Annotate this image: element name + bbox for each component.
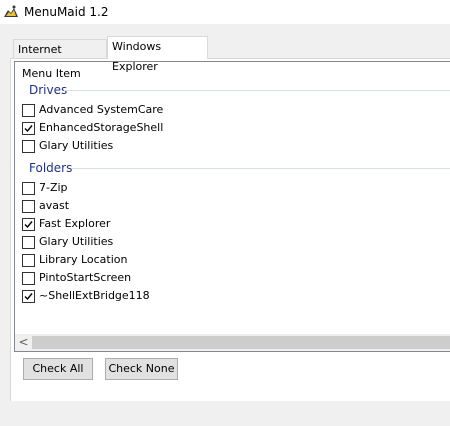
- checkbox[interactable]: [22, 254, 35, 267]
- list-item-label: Library Location: [39, 253, 128, 266]
- menu-item-list[interactable]: Menu Item Drives Advanced SystemCare Enh…: [14, 61, 450, 352]
- title-bar: MenuMaid 1.2: [0, 0, 450, 24]
- checkbox-checked[interactable]: [22, 122, 35, 135]
- list-item[interactable]: PintoStartScreen: [22, 271, 442, 287]
- list-item[interactable]: ~ShellExtBridge118: [22, 289, 442, 305]
- list-item[interactable]: Advanced SystemCare: [22, 103, 442, 119]
- group-divider: [64, 90, 450, 91]
- group-label: Folders: [29, 161, 73, 175]
- check-all-button[interactable]: Check All: [23, 358, 93, 380]
- list-item[interactable]: Glary Utilities: [22, 139, 442, 155]
- list-item[interactable]: 7-Zip: [22, 181, 442, 197]
- tab-windows-explorer[interactable]: Windows Explorer: [107, 36, 208, 73]
- checkbox[interactable]: [22, 182, 35, 195]
- list-item-label: Glary Utilities: [39, 235, 114, 248]
- list-item[interactable]: avast: [22, 199, 442, 215]
- checkmark-icon: [24, 221, 33, 229]
- list-item-label: Glary Utilities: [39, 139, 114, 152]
- scroll-thumb[interactable]: [32, 336, 450, 349]
- check-none-button[interactable]: Check None: [105, 358, 178, 380]
- group-header-folders: Folders: [15, 161, 450, 177]
- scroll-left-icon[interactable]: <: [15, 334, 32, 351]
- column-header-menu-item[interactable]: Menu Item: [22, 67, 81, 80]
- list-item-label: PintoStartScreen: [39, 271, 132, 284]
- group-divider: [71, 168, 450, 169]
- list-item[interactable]: Library Location: [22, 253, 442, 269]
- checkbox-checked[interactable]: [22, 290, 35, 303]
- checkbox-checked[interactable]: [22, 218, 35, 231]
- tab-internet-explorer[interactable]: Internet Explorer: [13, 39, 107, 75]
- checkmark-icon: [24, 293, 33, 301]
- list-item-label: Fast Explorer: [39, 217, 111, 230]
- list-item-label: 7-Zip: [39, 181, 68, 194]
- list-item[interactable]: EnhancedStorageShell: [22, 121, 442, 137]
- list-item[interactable]: Glary Utilities: [22, 235, 442, 251]
- list-item[interactable]: Fast Explorer: [22, 217, 442, 233]
- list-item-label: EnhancedStorageShell: [39, 121, 164, 134]
- checkbox[interactable]: [22, 140, 35, 153]
- checkbox[interactable]: [22, 236, 35, 249]
- menumaid-app-icon: [3, 4, 19, 20]
- checkmark-icon: [24, 125, 33, 133]
- window-title: MenuMaid 1.2: [24, 5, 109, 19]
- checkbox[interactable]: [22, 272, 35, 285]
- checkbox[interactable]: [22, 104, 35, 117]
- checkbox[interactable]: [22, 200, 35, 213]
- list-item-label: avast: [39, 199, 70, 212]
- list-item-label: Advanced SystemCare: [39, 103, 164, 116]
- group-label: Drives: [29, 83, 68, 97]
- list-item-label: ~ShellExtBridge118: [39, 289, 150, 302]
- group-header-drives: Drives: [15, 83, 450, 99]
- horizontal-scrollbar[interactable]: <: [15, 334, 450, 351]
